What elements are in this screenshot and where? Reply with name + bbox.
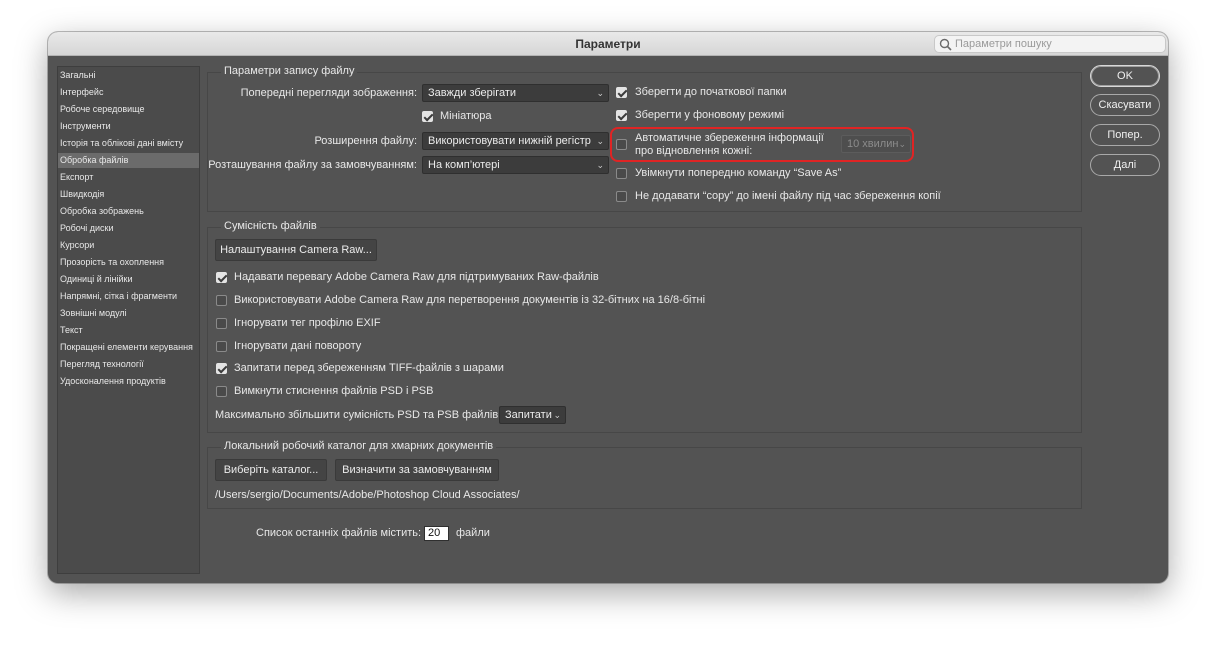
sidebar-item-cursors[interactable]: Курсори — [58, 238, 199, 253]
save-background-checkbox[interactable] — [616, 110, 627, 121]
chevron-down-icon: ⌄ — [596, 88, 604, 98]
ignore-exif-checkbox[interactable] — [216, 318, 227, 329]
sidebar-item-enhanced-controls[interactable]: Покращені елементи керування — [58, 340, 199, 355]
maximize-compatibility-label: Максимально збільшити сумісність PSD та … — [215, 409, 502, 421]
search-icon — [939, 38, 952, 51]
title-bar: Параметри — [48, 32, 1168, 56]
sidebar-item-history[interactable]: Історія та облікові дані вмісту — [58, 136, 199, 151]
maximize-compatibility-select[interactable]: Запитати ⌄ — [499, 406, 566, 424]
maximize-compatibility-value: Запитати — [505, 409, 552, 421]
camera-raw-32bit-checkbox[interactable] — [216, 295, 227, 306]
default-location-label: Розташування файлу за замовчуванням: — [208, 159, 417, 171]
camera-raw-settings-button[interactable]: Налаштування Camera Raw... — [215, 239, 377, 261]
no-copy-label: Не додавати “copy” до імені файлу під ча… — [635, 190, 941, 202]
sidebar-item-tools[interactable]: Інструменти — [58, 119, 199, 134]
image-previews-value: Завжди зберігати — [428, 87, 517, 99]
sidebar-item-plugins[interactable]: Зовнішні модулі — [58, 306, 199, 321]
save-to-original-checkbox[interactable] — [616, 87, 627, 98]
sidebar-item-interface[interactable]: Інтерфейс — [58, 85, 199, 100]
file-extension-label: Розширення файлу: — [314, 135, 417, 147]
sidebar-item-workspace[interactable]: Робоче середовище — [58, 102, 199, 117]
file-extension-value: Використовувати нижній регістр — [428, 135, 591, 147]
sidebar-item-guides[interactable]: Напрямні, сітка і фрагменти — [58, 289, 199, 304]
chevron-down-icon: ⌄ — [596, 160, 604, 170]
disable-psd-compression-label: Вимкнути стиснення файлів PSD і PSB — [234, 385, 434, 397]
chevron-down-icon: ⌄ — [553, 410, 561, 420]
chevron-down-icon: ⌄ — [596, 136, 604, 146]
sidebar-item-units[interactable]: Одиниці й лінійки — [58, 272, 199, 287]
sidebar-item-product-improvement[interactable]: Удосконалення продуктів — [58, 374, 199, 389]
recent-files-label: Список останніх файлів містить: — [256, 527, 422, 539]
sidebar-item-general[interactable]: Загальні — [58, 68, 199, 83]
cloud-directory-path: /Users/sergio/Documents/Adobe/Photoshop … — [215, 489, 520, 501]
search-input[interactable] — [955, 37, 1155, 51]
prefer-camera-raw-label: Надавати перевагу Adobe Camera Raw для п… — [234, 271, 599, 283]
ignore-rotation-checkbox[interactable] — [216, 341, 227, 352]
default-location-value: На комп’ютері — [428, 159, 500, 171]
compatibility-title: Сумісність файлів — [221, 220, 320, 232]
preferences-dialog: Параметри Загальні Інтерфейс Робоче сере… — [48, 32, 1168, 583]
image-previews-select[interactable]: Завжди зберігати ⌄ — [422, 84, 609, 102]
recent-files-suffix: файли — [456, 527, 490, 539]
no-copy-checkbox[interactable] — [616, 191, 627, 202]
image-previews-label: Попередні перегляди зображення: — [240, 87, 417, 99]
ignore-rotation-label: Ігнорувати дані повороту — [234, 340, 362, 352]
sidebar-item-performance[interactable]: Швидкодія — [58, 187, 199, 202]
next-button[interactable]: Далі — [1090, 154, 1160, 176]
sidebar-item-scratch-disks[interactable]: Робочі диски — [58, 221, 199, 236]
cancel-button[interactable]: Скасувати — [1090, 94, 1160, 116]
file-extension-select[interactable]: Використовувати нижній регістр ⌄ — [422, 132, 609, 150]
autosave-highlight — [610, 127, 914, 162]
sidebar-item-transparency[interactable]: Прозорість та охоплення — [58, 255, 199, 270]
ignore-exif-label: Ігнорувати тег профілю EXIF — [234, 317, 381, 329]
search-box[interactable] — [934, 35, 1166, 53]
sidebar: Загальні Інтерфейс Робоче середовище Інс… — [57, 66, 200, 574]
disable-psd-compression-checkbox[interactable] — [216, 386, 227, 397]
sidebar-item-image-processing[interactable]: Обробка зображень — [58, 204, 199, 219]
file-saving-title: Параметри запису файлу — [221, 65, 358, 77]
legacy-save-as-checkbox[interactable] — [616, 168, 627, 179]
save-background-label: Зберегти у фоновому режимі — [635, 109, 785, 121]
sidebar-item-file-handling[interactable]: Обробка файлів — [58, 153, 199, 168]
sidebar-item-tech-previews[interactable]: Перегляд технології — [58, 357, 199, 372]
ask-tiff-layers-checkbox[interactable] — [216, 363, 227, 374]
set-default-button[interactable]: Визначити за замовчуванням — [335, 459, 499, 481]
thumbnail-label: Мініатюра — [440, 110, 492, 122]
recent-files-input[interactable]: 20 — [424, 526, 449, 541]
camera-raw-32bit-label: Використовувати Adobe Camera Raw для пер… — [234, 294, 706, 306]
save-to-original-label: Зберегти до початкової папки — [635, 86, 787, 98]
ok-button[interactable]: OK — [1090, 65, 1160, 87]
sidebar-item-export[interactable]: Експорт — [58, 170, 199, 185]
previous-button[interactable]: Попер. — [1090, 124, 1160, 146]
sidebar-item-type[interactable]: Текст — [58, 323, 199, 338]
legacy-save-as-label: Увімкнути попередню команду “Save As” — [635, 167, 842, 179]
thumbnail-checkbox[interactable] — [422, 111, 433, 122]
prefer-camera-raw-checkbox[interactable] — [216, 272, 227, 283]
default-location-select[interactable]: На комп’ютері ⌄ — [422, 156, 609, 174]
choose-directory-button[interactable]: Виберіть каталог... — [215, 459, 327, 481]
cloud-directory-title: Локальний робочий каталог для хмарних до… — [221, 440, 497, 452]
ask-tiff-layers-label: Запитати перед збереженням TIFF-файлів з… — [234, 362, 504, 374]
